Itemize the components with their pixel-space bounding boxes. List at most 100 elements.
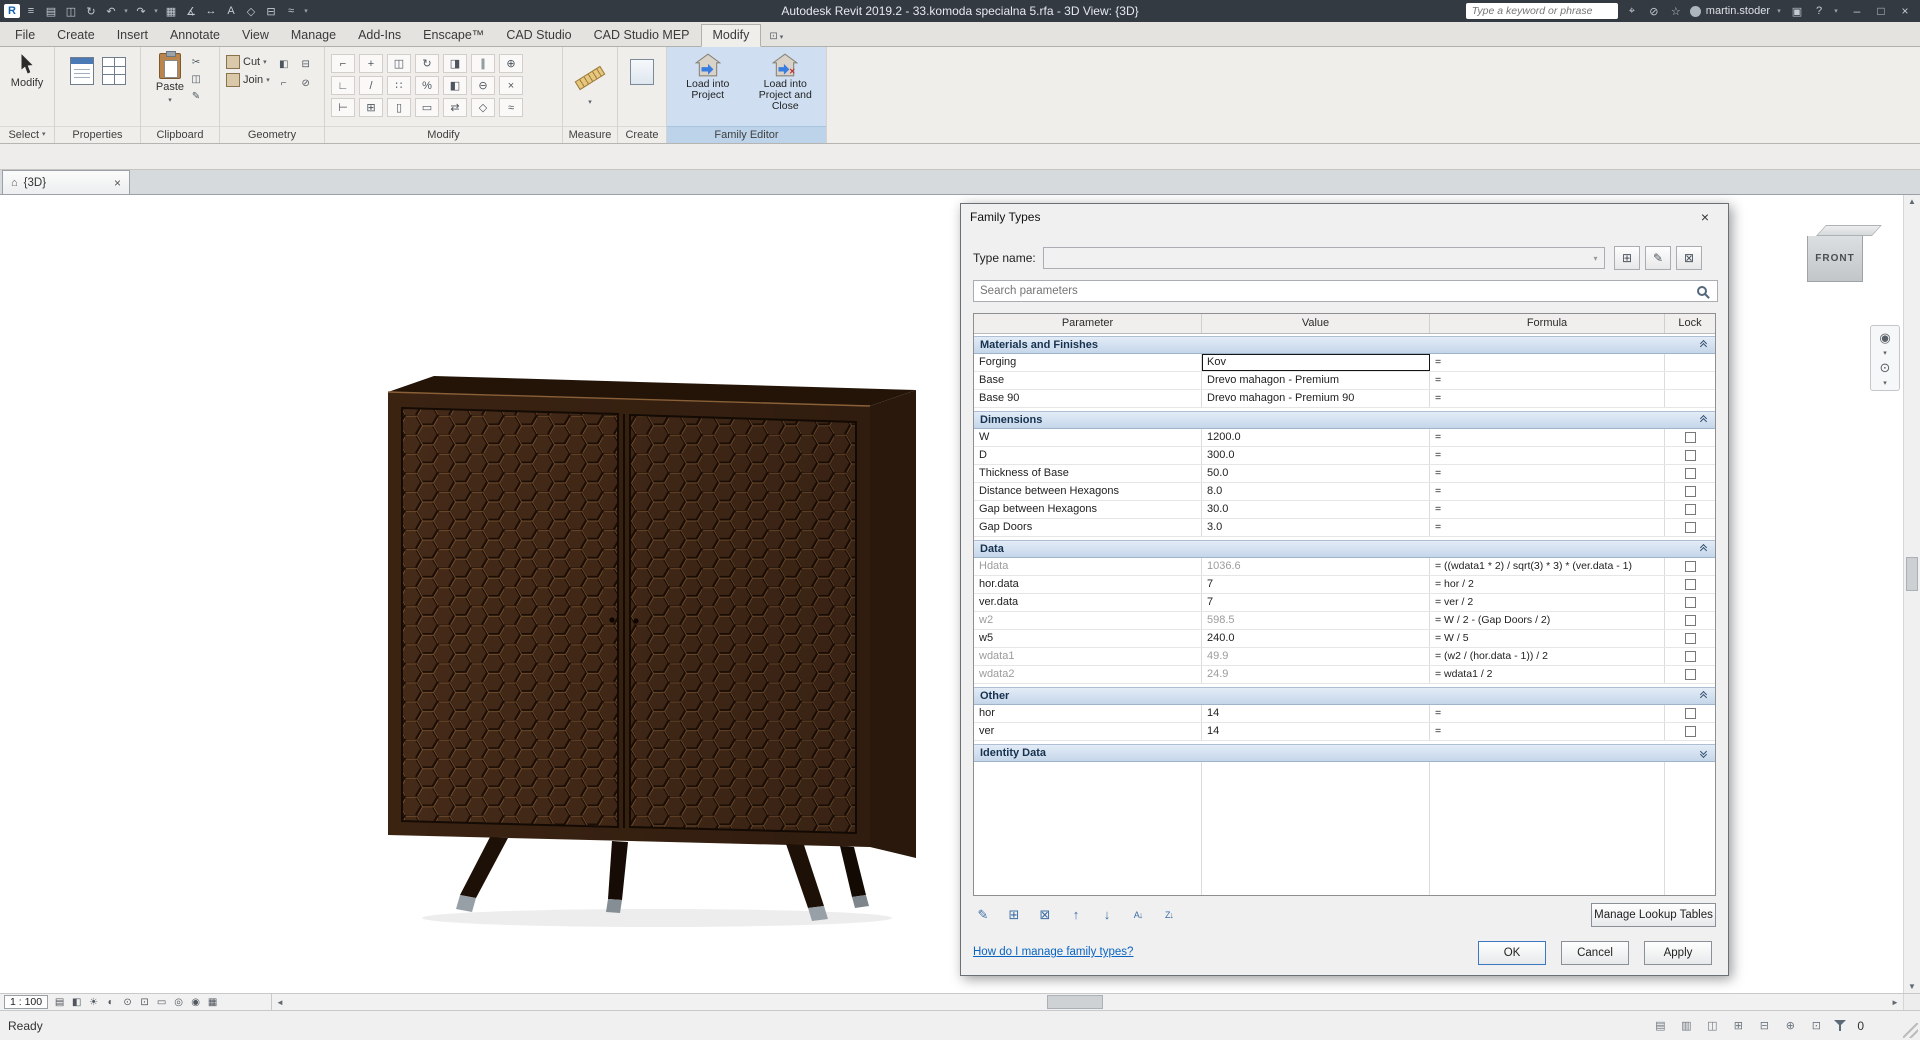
- reveal-hidden-elements-icon[interactable]: ◉: [188, 995, 203, 1009]
- manage-lookup-tables-button[interactable]: Manage Lookup Tables: [1591, 903, 1716, 927]
- vertical-scrollbar-thumb[interactable]: [1906, 557, 1918, 591]
- lock-checkbox[interactable]: [1684, 561, 1696, 572]
- scroll-down-icon[interactable]: ▼: [1908, 982, 1916, 991]
- horizontal-scrollbar-thumb[interactable]: [1047, 995, 1103, 1009]
- beam-icon[interactable]: ▭: [415, 98, 439, 117]
- worksharing-display-icon[interactable]: ▤: [1652, 1018, 1668, 1033]
- close-button[interactable]: ×: [1893, 2, 1917, 20]
- parameter-value[interactable]: 30.0: [1202, 501, 1430, 518]
- temporary-hide-isolate-icon[interactable]: ◎: [171, 995, 186, 1009]
- extend-icon[interactable]: ⊢: [331, 98, 355, 117]
- swap-icon[interactable]: ⇄: [443, 98, 467, 117]
- parameter-value[interactable]: 1200.0: [1202, 429, 1430, 446]
- ribbon-tab-create[interactable]: Create: [46, 25, 106, 46]
- undo-icon[interactable]: ↶: [102, 3, 120, 19]
- offset-icon[interactable]: ∥: [471, 54, 495, 73]
- panel-label-create[interactable]: Create: [618, 126, 666, 143]
- delete-parameter-button[interactable]: ⊠: [1033, 903, 1057, 926]
- load-into-project-button[interactable]: Load into Project: [671, 51, 745, 112]
- parameter-value[interactable]: 1036.6: [1202, 558, 1430, 575]
- array-icon[interactable]: ∷: [387, 76, 411, 95]
- family-types-icon[interactable]: [101, 57, 126, 85]
- delete-icon[interactable]: ×: [499, 76, 523, 95]
- sort-descending-button[interactable]: Z↓: [1157, 903, 1181, 926]
- move-icon[interactable]: +: [359, 54, 383, 73]
- undo-caret-icon[interactable]: ▾: [122, 3, 130, 19]
- redo-icon[interactable]: ↷: [132, 3, 150, 19]
- dialog-titlebar[interactable]: Family Types ×: [961, 204, 1728, 230]
- collapse-section-icon[interactable]: [1697, 543, 1709, 555]
- lock-checkbox[interactable]: [1684, 597, 1696, 608]
- lock-checkbox[interactable]: [1684, 633, 1696, 644]
- parameter-value[interactable]: 300.0: [1202, 447, 1430, 464]
- cut-icon[interactable]: ✂: [188, 55, 204, 70]
- move-parameter-down-button[interactable]: ↓: [1095, 903, 1119, 926]
- steering-wheel-icon[interactable]: ◉: [1875, 329, 1895, 347]
- rotate-icon[interactable]: ↻: [415, 54, 439, 73]
- panel-label-select[interactable]: Select ▾: [0, 126, 54, 143]
- zoom-caret-icon[interactable]: ▾: [1875, 379, 1895, 387]
- delete-type-button[interactable]: ⊠: [1676, 246, 1702, 270]
- scroll-left-icon[interactable]: ◄: [272, 994, 288, 1010]
- design-options-icon[interactable]: ◫: [1704, 1018, 1720, 1033]
- lock-checkbox[interactable]: [1684, 669, 1696, 680]
- section-header-data[interactable]: Data: [974, 540, 1715, 558]
- panel-label-clipboard[interactable]: Clipboard: [141, 126, 219, 143]
- sync-icon[interactable]: ↻: [82, 3, 100, 19]
- aligned-dimension-icon[interactable]: ↔: [202, 3, 220, 19]
- modify-tool-button[interactable]: Modify: [11, 47, 43, 89]
- nav-wheel-caret-icon[interactable]: ▾: [1875, 349, 1895, 357]
- paint-icon[interactable]: ◧: [276, 57, 292, 72]
- panel-label-modify[interactable]: Modify: [325, 126, 562, 143]
- lock-checkbox[interactable]: [1684, 708, 1696, 719]
- user-caret-icon[interactable]: ▾: [1775, 3, 1783, 19]
- join-geometry-icon[interactable]: ⊞: [359, 98, 383, 117]
- selection-filter-icon[interactable]: [1834, 1019, 1847, 1032]
- parameter-formula[interactable]: = (w2 / (hor.data - 1)) / 2: [1430, 648, 1665, 665]
- subscription-icon[interactable]: ⊘: [1645, 3, 1663, 19]
- lock-checkbox[interactable]: [1684, 468, 1696, 479]
- copy-icon[interactable]: ◫: [387, 54, 411, 73]
- measure-qat-icon[interactable]: ∡: [182, 3, 200, 19]
- parameter-value[interactable]: 14: [1202, 705, 1430, 722]
- parameter-formula[interactable]: =: [1430, 723, 1665, 740]
- parameter-formula[interactable]: =: [1430, 372, 1665, 389]
- scroll-up-icon[interactable]: ▲: [1908, 197, 1916, 206]
- select-links-toggle-icon[interactable]: ⊞: [1730, 1018, 1746, 1033]
- split-face-icon[interactable]: ⊟: [298, 57, 314, 72]
- panel-label-properties[interactable]: Properties: [55, 126, 140, 143]
- visual-style-icon[interactable]: ◧: [69, 995, 84, 1009]
- ribbon-tab-insert[interactable]: Insert: [106, 25, 159, 46]
- parameter-formula[interactable]: =: [1430, 705, 1665, 722]
- save-icon[interactable]: ◫: [62, 3, 80, 19]
- panel-label-family-editor[interactable]: Family Editor: [667, 126, 826, 143]
- resize-grip-icon[interactable]: [1903, 1023, 1918, 1038]
- new-type-button[interactable]: ⊞: [1614, 246, 1640, 270]
- unpin-icon[interactable]: ⊖: [471, 76, 495, 95]
- panel-label-geometry[interactable]: Geometry: [220, 126, 324, 143]
- cancel-button[interactable]: Cancel: [1561, 941, 1629, 965]
- parameter-formula[interactable]: = ((wdata1 * 2) / sqrt(3) * 3) * (ver.da…: [1430, 558, 1665, 575]
- parameter-value[interactable]: Drevo mahagon - Premium: [1202, 372, 1430, 389]
- parameter-value[interactable]: 8.0: [1202, 483, 1430, 500]
- more-tools-icon[interactable]: ≈: [499, 98, 523, 117]
- parameter-value[interactable]: 240.0: [1202, 630, 1430, 647]
- collapse-section-icon[interactable]: [1697, 414, 1709, 426]
- lock-checkbox[interactable]: [1684, 486, 1696, 497]
- parameter-value[interactable]: 598.5: [1202, 612, 1430, 629]
- detail-level-icon[interactable]: ▤: [52, 995, 67, 1009]
- lock-checkbox[interactable]: [1684, 522, 1696, 533]
- qat-customize-caret-icon[interactable]: ▾: [302, 3, 310, 19]
- parameter-formula[interactable]: = W / 5: [1430, 630, 1665, 647]
- ribbon-tab-cad-studio[interactable]: CAD Studio: [495, 25, 582, 46]
- move-parameter-up-button[interactable]: ↑: [1064, 903, 1088, 926]
- print-icon[interactable]: ▦: [162, 3, 180, 19]
- ribbon-tab-add-ins[interactable]: Add-Ins: [347, 25, 412, 46]
- panel-label-measure[interactable]: Measure: [563, 126, 617, 143]
- measure-button[interactable]: ▾: [570, 47, 610, 106]
- lock-checkbox[interactable]: [1684, 651, 1696, 662]
- ribbon-tab-file[interactable]: File: [4, 25, 46, 46]
- collapse-section-icon[interactable]: [1697, 690, 1709, 702]
- parameter-formula[interactable]: = W / 2 - (Gap Doors / 2): [1430, 612, 1665, 629]
- section-header-identity-data[interactable]: Identity Data: [974, 744, 1715, 762]
